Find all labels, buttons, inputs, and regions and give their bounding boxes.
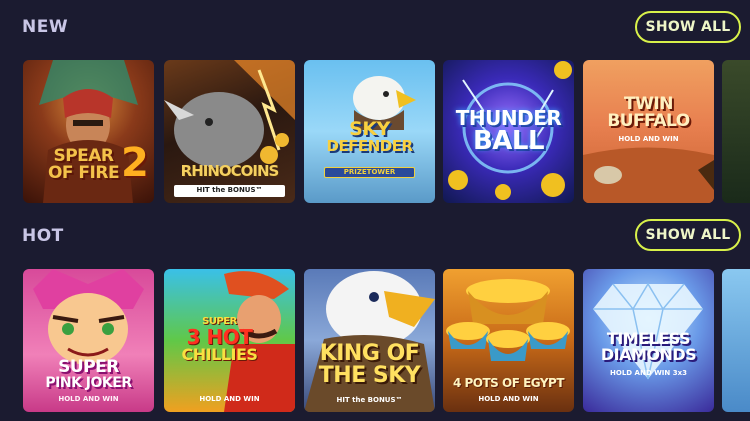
- game-tile-4-pots-of-egypt[interactable]: 4 POTS OF EGYPT HOLD AND WIN: [443, 269, 574, 412]
- game-subtitle-banner: HIT the BONUS™: [174, 185, 285, 197]
- game-title: 4 POTS OF EGYPT: [452, 376, 565, 390]
- game-tile-super-pink-joker[interactable]: SUPER PINK JOKER HOLD AND WIN: [23, 269, 154, 412]
- game-title: SUPER 3 HOT CHILLIES: [181, 316, 258, 364]
- game-title: SKY DEFENDER: [326, 118, 414, 155]
- game-subtitle: HOLD AND WIN 3x3: [610, 369, 687, 377]
- new-games-row: SPEAR OF FIRE 2 RHINOCOINS HIT the BONUS…: [23, 60, 750, 203]
- game-art: [164, 60, 295, 168]
- game-subtitle: HOLD AND WIN: [58, 395, 119, 403]
- game-tile-thunder-ball[interactable]: THUNDER BALL: [443, 60, 574, 203]
- game-subtitle: HOLD AND WIN: [478, 395, 539, 403]
- game-art: [446, 279, 570, 361]
- show-all-new-button[interactable]: SHOW ALL: [635, 11, 741, 43]
- game-tile-twin-buffalo[interactable]: TWIN BUFFALO HOLD AND WIN: [583, 60, 714, 203]
- game-subtitle: HOLD AND WIN: [618, 135, 679, 143]
- section-title-new: NEW: [22, 17, 69, 37]
- game-tile-sky-defender[interactable]: SKY DEFENDER PRIZETOWER: [304, 60, 435, 203]
- game-subtitle: HIT the BONUS™: [336, 396, 403, 404]
- game-title-number: 2: [121, 140, 149, 186]
- game-title: KING OF THE SKY: [318, 341, 421, 388]
- game-title: TWIN BUFFALO: [607, 94, 690, 131]
- game-tile-rhinocoins[interactable]: RHINOCOINS HIT the BONUS™: [164, 60, 295, 203]
- show-all-hot-button[interactable]: SHOW ALL: [635, 219, 741, 251]
- game-subtitle-banner: PRIZETOWER: [324, 167, 415, 178]
- game-title: SUPER PINK JOKER: [45, 357, 132, 391]
- game-tile-super-3-hot-chillies[interactable]: SUPER 3 HOT CHILLIES HOLD AND WIN: [164, 269, 295, 412]
- next-game-tile-peek[interactable]: [722, 269, 750, 412]
- game-art: [583, 147, 714, 203]
- game-tile-timeless-diamonds[interactable]: TIMELESS DIAMONDS HOLD AND WIN 3x3: [583, 269, 714, 412]
- game-tile-spear-of-fire-2[interactable]: SPEAR OF FIRE 2: [23, 60, 154, 203]
- hot-games-row: SUPER PINK JOKER HOLD AND WIN SUPER 3 HO…: [23, 269, 750, 412]
- game-title: THUNDER BALL: [455, 106, 562, 156]
- game-tile-king-of-the-sky[interactable]: KING OF THE SKY HIT the BONUS™: [304, 269, 435, 412]
- game-title: TIMELESS DIAMONDS: [600, 329, 697, 364]
- section-title-hot: HOT: [22, 226, 64, 246]
- next-game-tile-peek[interactable]: [722, 60, 750, 203]
- game-subtitle: HOLD AND WIN: [199, 395, 260, 403]
- game-title: RHINOCOINS: [180, 162, 280, 180]
